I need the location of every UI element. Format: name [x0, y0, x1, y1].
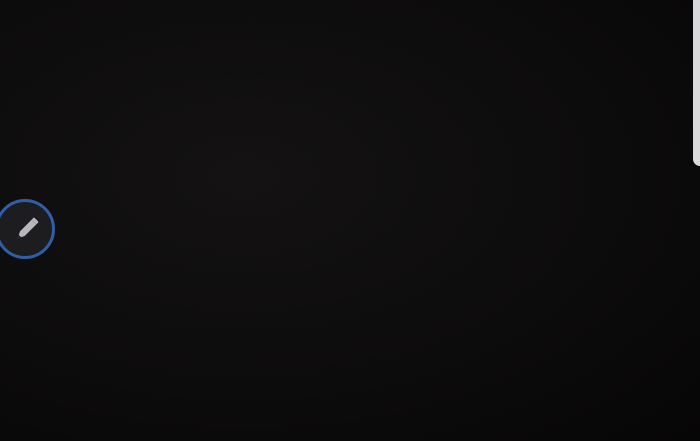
- pen-icon: [17, 217, 39, 239]
- black-screen: [0, 0, 700, 441]
- air-command-pen-button[interactable]: [0, 199, 55, 259]
- edge-panel-handle[interactable]: [693, 0, 700, 166]
